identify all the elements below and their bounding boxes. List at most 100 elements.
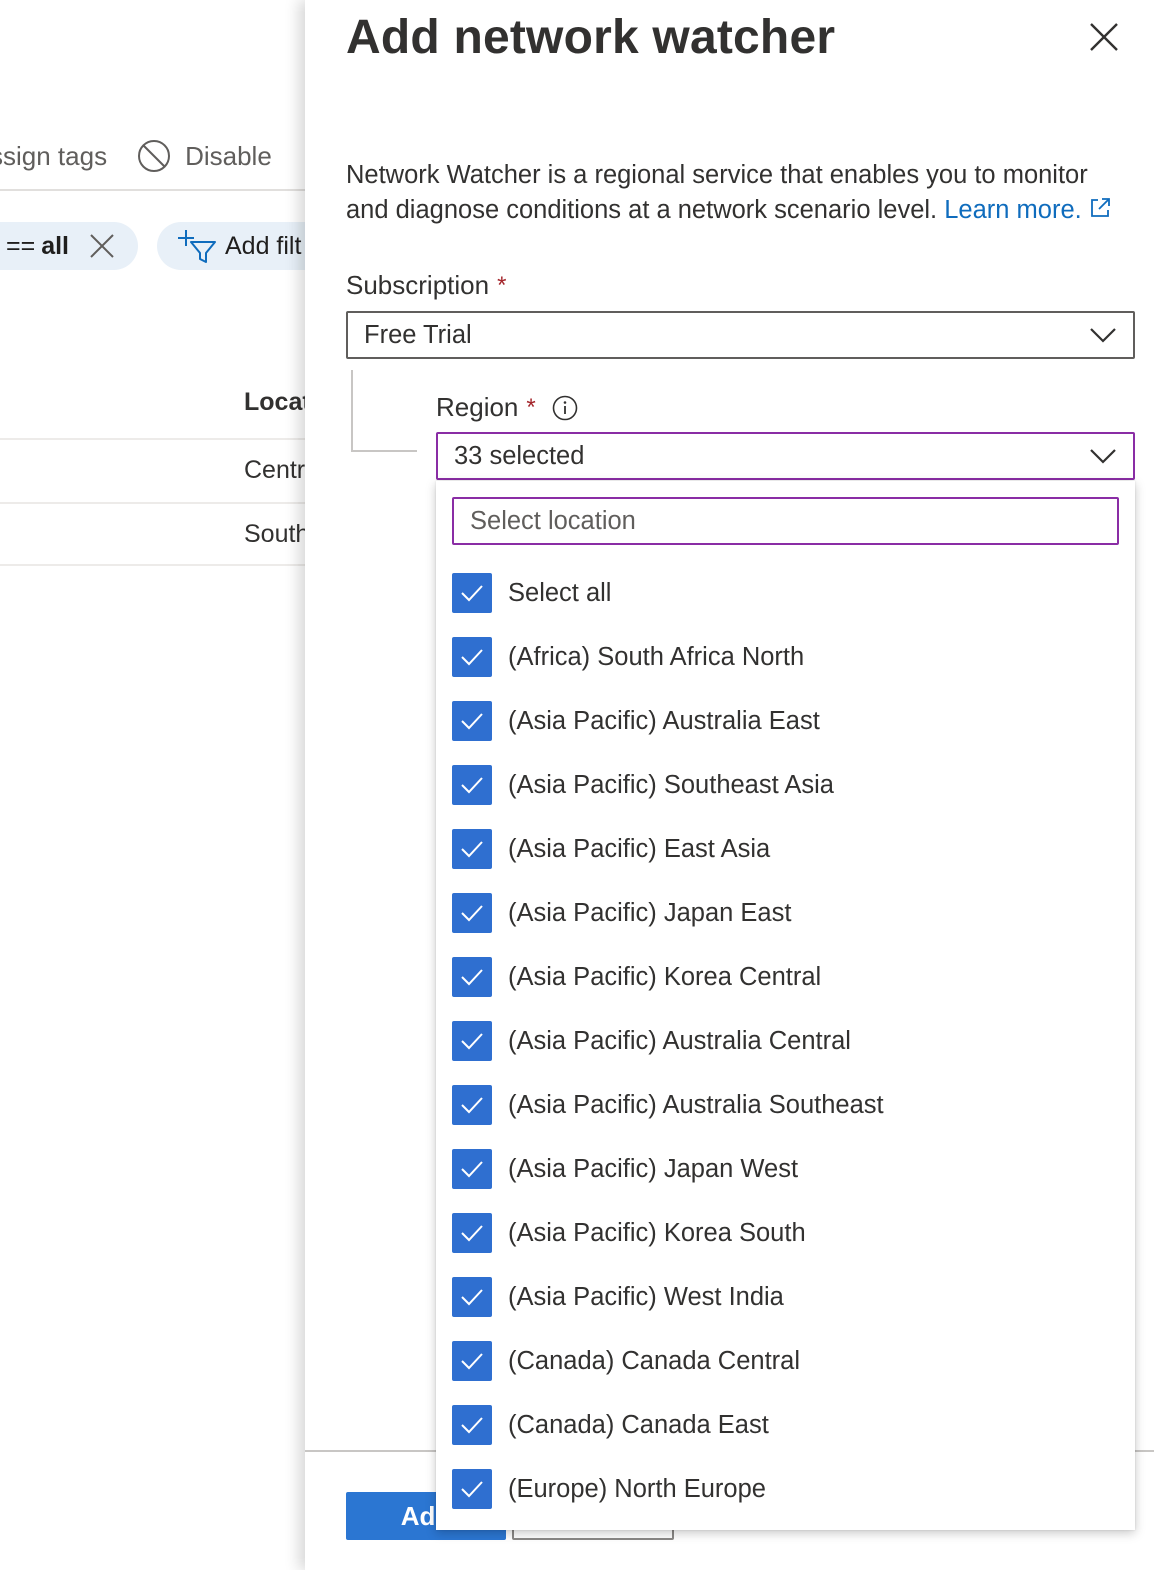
region-option-label: (Asia Pacific) Japan West <box>508 1154 799 1183</box>
checkmark-icon <box>461 1289 483 1306</box>
table-row[interactable]: Centr <box>0 438 310 502</box>
subscription-label: Subscription * <box>346 270 506 301</box>
region-option-label: Select all <box>508 578 612 607</box>
region-dropdown-menu: Select all (Africa) South Africa North (As… <box>436 481 1135 1530</box>
assign-tags-label: ssign tags <box>0 140 108 171</box>
region-label-text: Region <box>436 392 519 422</box>
command-bar-divider <box>0 189 310 191</box>
checkmark-icon <box>461 1417 483 1434</box>
region-option[interactable]: (Asia Pacific) Japan West <box>436 1137 1135 1201</box>
region-label: Region * <box>436 392 578 423</box>
checkbox[interactable] <box>452 893 492 933</box>
learn-more-link[interactable]: Learn more. <box>944 196 1112 224</box>
checkmark-icon <box>461 1225 483 1242</box>
region-option[interactable]: (Asia Pacific) Australia East <box>436 689 1135 753</box>
add-filter-button[interactable]: Add filt <box>157 222 310 270</box>
region-option[interactable]: (Africa) South Africa North <box>436 625 1135 689</box>
required-marker: * <box>497 271 507 299</box>
required-marker: * <box>526 393 536 421</box>
region-option-label: (Africa) South Africa North <box>508 642 805 671</box>
region-option-label: (Asia Pacific) East Asia <box>508 834 771 863</box>
checkbox[interactable] <box>452 637 492 677</box>
external-link-icon <box>1090 198 1110 217</box>
region-option[interactable]: (Asia Pacific) Japan East <box>436 881 1135 945</box>
disable-icon <box>138 140 171 172</box>
region-option[interactable]: (Asia Pacific) Korea Central <box>436 945 1135 1009</box>
checkbox[interactable] <box>452 1085 492 1125</box>
region-option[interactable]: (Canada) Canada East <box>436 1393 1135 1457</box>
checkmark-icon <box>461 841 483 858</box>
checkmark-icon <box>461 1353 483 1370</box>
checkbox[interactable] <box>452 765 492 805</box>
checkmark-icon <box>461 969 483 986</box>
location-cell: South <box>244 520 310 548</box>
region-option[interactable]: (Asia Pacific) Southeast Asia <box>436 753 1135 817</box>
region-options-list: Select all (Africa) South Africa North (As… <box>436 561 1135 1521</box>
select-all-option[interactable]: Select all <box>436 561 1135 625</box>
checkbox[interactable] <box>452 1021 492 1061</box>
filter-value: all <box>41 231 69 260</box>
background-page: ssign tags Disable == all Add filt Locat… <box>0 0 310 1570</box>
region-option-label: (Asia Pacific) West India <box>508 1282 784 1311</box>
region-option-label: (Canada) Canada East <box>508 1410 769 1439</box>
region-option[interactable]: (Asia Pacific) Australia Southeast <box>436 1073 1135 1137</box>
checkbox[interactable] <box>452 957 492 997</box>
region-dropdown[interactable]: 33 selected <box>436 432 1135 480</box>
checkbox[interactable] <box>452 1277 492 1317</box>
location-column-header[interactable]: Locat <box>244 388 310 417</box>
hierarchy-connector <box>351 370 417 452</box>
info-icon[interactable] <box>552 395 578 421</box>
region-option-label: (Asia Pacific) Korea South <box>508 1218 806 1247</box>
region-option-label: (Asia Pacific) Australia Central <box>508 1026 851 1055</box>
table-row[interactable]: South <box>0 502 310 566</box>
checkbox[interactable] <box>452 701 492 741</box>
region-option-label: (Europe) North Europe <box>508 1474 766 1503</box>
command-bar: ssign tags Disable <box>0 134 272 178</box>
learn-more-label: Learn more. <box>944 196 1082 224</box>
region-value: 33 selected <box>454 441 585 470</box>
close-icon[interactable] <box>1087 20 1121 54</box>
checkbox[interactable] <box>452 1213 492 1253</box>
region-option[interactable]: (Asia Pacific) Korea South <box>436 1201 1135 1265</box>
region-option-label: (Asia Pacific) Southeast Asia <box>508 770 834 799</box>
chevron-down-icon <box>1090 449 1116 464</box>
region-option-label: (Asia Pacific) Australia East <box>508 706 820 735</box>
region-option-label: (Canada) Canada Central <box>508 1346 801 1375</box>
checkmark-icon <box>461 649 483 666</box>
chevron-down-icon <box>1090 328 1116 343</box>
checkmark-icon <box>461 585 483 602</box>
checkmark-icon <box>461 905 483 922</box>
region-option-label: (Asia Pacific) Korea Central <box>508 962 822 991</box>
checkmark-icon <box>461 1033 483 1050</box>
region-option-label: (Asia Pacific) Australia Southeast <box>508 1090 884 1119</box>
add-filter-icon <box>178 230 216 263</box>
subscription-dropdown[interactable]: Free Trial <box>346 311 1135 359</box>
panel-description: Network Watcher is a regional service th… <box>346 158 1136 228</box>
checkbox[interactable] <box>452 1149 492 1189</box>
filter-operator: == <box>6 231 36 260</box>
checkbox[interactable] <box>452 1341 492 1381</box>
filter-pill[interactable]: == all <box>0 222 138 270</box>
disable-label: Disable <box>185 140 272 171</box>
close-icon[interactable] <box>89 233 115 259</box>
subscription-value: Free Trial <box>364 320 472 349</box>
checkbox[interactable] <box>452 829 492 869</box>
checkbox[interactable] <box>452 1469 492 1509</box>
location-search-input[interactable] <box>452 497 1119 545</box>
region-option[interactable]: (Europe) North Europe <box>436 1457 1135 1521</box>
disable-button[interactable]: Disable <box>137 139 272 173</box>
checkmark-icon <box>461 1097 483 1114</box>
region-option-label: (Asia Pacific) Japan East <box>508 898 792 927</box>
assign-tags-button[interactable]: ssign tags <box>0 141 107 172</box>
checkmark-icon <box>461 713 483 730</box>
checkmark-icon <box>461 777 483 794</box>
checkbox[interactable] <box>452 573 492 613</box>
region-option[interactable]: (Asia Pacific) East Asia <box>436 817 1135 881</box>
region-option[interactable]: (Asia Pacific) West India <box>436 1265 1135 1329</box>
region-option[interactable]: (Asia Pacific) Australia Central <box>436 1009 1135 1073</box>
checkmark-icon <box>461 1481 483 1498</box>
location-cell: Centr <box>244 456 306 484</box>
panel-title: Add network watcher <box>346 11 836 64</box>
checkbox[interactable] <box>452 1405 492 1445</box>
region-option[interactable]: (Canada) Canada Central <box>436 1329 1135 1393</box>
